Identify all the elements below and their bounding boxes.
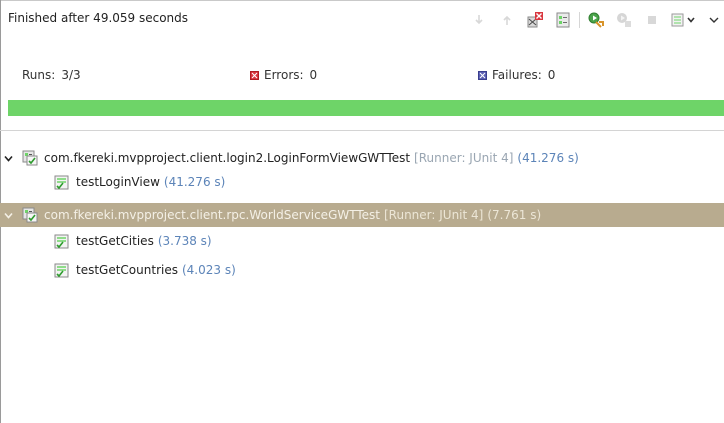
stop-icon[interactable]: [640, 9, 664, 31]
test-name: testGetCities: [76, 234, 154, 248]
failures-value: 0: [547, 68, 556, 82]
test-suite-icon: [22, 150, 38, 166]
errors-label: Errors:: [264, 68, 304, 82]
failure-icon: [478, 70, 487, 80]
tree-test-login-view[interactable]: testLoginView (41.276 s): [0, 170, 724, 194]
runs-value: 3/3: [61, 68, 81, 82]
error-icon: [250, 70, 259, 80]
test-time: (4.023 s): [181, 263, 236, 277]
test-suite-icon: [22, 207, 38, 223]
rerun-test-icon[interactable]: [584, 9, 608, 31]
progress-bar-fill: [8, 100, 724, 116]
expand-chevron-icon[interactable]: [3, 210, 13, 220]
tree-suite-world-service[interactable]: com.fkereki.mvpproject.client.rpc.WorldS…: [0, 203, 724, 227]
failures-label: Failures:: [492, 68, 542, 82]
progress-bar: [8, 100, 724, 116]
suite-name: com.fkereki.mvpproject.client.rpc.WorldS…: [44, 208, 380, 222]
test-name: testLoginView: [76, 175, 160, 189]
previous-failure-icon[interactable]: [495, 9, 519, 31]
suite-runner: [Runner: JUnit 4]: [383, 208, 484, 222]
tree-test-get-countries[interactable]: testGetCountries (4.023 s): [0, 258, 724, 282]
failures-counter: Failures: 0: [478, 68, 555, 82]
junit-toolbar: [463, 6, 722, 34]
test-time: (3.738 s): [157, 234, 212, 248]
runs-counter: Runs: 3/3: [22, 68, 81, 82]
suite-name: com.fkereki.mvpproject.client.login2.Log…: [44, 151, 411, 165]
test-passed-icon: [54, 233, 70, 249]
next-failure-icon[interactable]: [467, 9, 491, 31]
test-time: (41.276 s): [163, 175, 226, 189]
show-failures-only-icon[interactable]: [523, 9, 547, 31]
suite-time: (41.276 s): [517, 151, 579, 165]
panel-top-border: [0, 0, 724, 1]
tree-test-get-cities[interactable]: testGetCities (3.738 s): [0, 229, 724, 253]
errors-counter: Errors: 0: [250, 68, 317, 82]
expand-chevron-icon[interactable]: [3, 153, 13, 163]
runs-label: Runs:: [22, 68, 56, 82]
suite-runner: [Runner: JUnit 4]: [414, 151, 514, 165]
toolbar-separator: [579, 12, 580, 28]
test-name: testGetCountries: [76, 263, 178, 277]
test-passed-icon: [54, 262, 70, 278]
errors-value: 0: [309, 68, 318, 82]
tree-suite-login-form[interactable]: com.fkereki.mvpproject.client.login2.Log…: [0, 146, 724, 170]
section-divider: [0, 130, 724, 131]
scroll-lock-icon[interactable]: [551, 9, 575, 31]
suite-time: (7.761 s): [487, 208, 542, 222]
test-passed-icon: [54, 174, 70, 190]
test-run-history-icon[interactable]: [668, 9, 702, 31]
view-menu-icon[interactable]: [706, 9, 722, 31]
rerun-failed-first-icon[interactable]: [612, 9, 636, 31]
status-message: Finished after 49.059 seconds: [8, 11, 189, 25]
